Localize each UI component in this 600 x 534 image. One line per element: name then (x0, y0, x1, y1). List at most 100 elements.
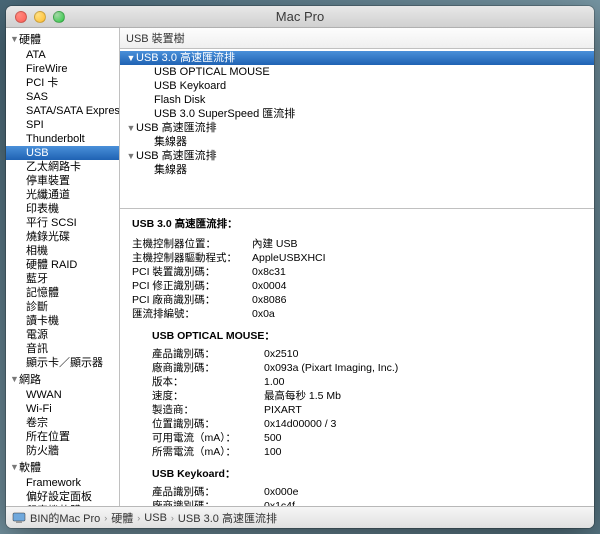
sidebar-item[interactable]: ATA (6, 48, 119, 62)
tree-node[interactable]: USB 3.0 SuperSpeed 匯流排 (120, 107, 594, 121)
property-row: 所需電流（mA）：100 (152, 445, 584, 459)
sidebar-item[interactable]: 顯示卡／顯示器 (6, 356, 119, 370)
sidebar-item[interactable]: 讀卡機 (6, 314, 119, 328)
tree-node[interactable]: 集線器 (120, 135, 594, 149)
property-row: 速度：最高每秒 1.5 Mb (152, 389, 584, 403)
sidebar-item[interactable]: FireWire (6, 62, 119, 76)
sidebar-item[interactable]: Wi-Fi (6, 402, 119, 416)
breadcrumb-item[interactable]: USB (144, 512, 167, 524)
sidebar-item[interactable]: SPI (6, 118, 119, 132)
sidebar-category[interactable]: ▼硬體 (6, 30, 119, 48)
tree-node[interactable]: ▼USB 3.0 高速匯流排 (120, 51, 594, 65)
sidebar-item[interactable]: 光纖通道 (6, 188, 119, 202)
zoom-icon[interactable] (53, 11, 65, 23)
window-title: Mac Pro (6, 9, 594, 24)
property-value: 0x2510 (264, 347, 584, 361)
disclosure-triangle-icon[interactable]: ▼ (126, 51, 136, 65)
property-key: 廠商識別碼： (152, 361, 264, 375)
sidebar-item[interactable]: 電源 (6, 328, 119, 342)
chevron-right-icon: › (104, 513, 107, 523)
sidebar-item[interactable]: USB (6, 146, 119, 160)
property-value: 0x8086 (252, 293, 584, 307)
disclosure-triangle-icon[interactable]: ▼ (126, 121, 136, 135)
property-row: 製造商：PIXART (152, 403, 584, 417)
property-key: PCI 廠商識別碼： (132, 293, 252, 307)
device-section: USB Keykoard： 產品識別碼：0x000e 廠商識別碼：0x1c4f … (152, 467, 584, 506)
tree-node-label: USB Keykoard (154, 79, 226, 93)
property-row: 可用電流（mA）：500 (152, 431, 584, 445)
category-label: 硬體 (19, 31, 41, 47)
property-value: PIXART (264, 403, 584, 417)
sidebar-item[interactable]: WWAN (6, 388, 119, 402)
sidebar-item[interactable]: SAS (6, 90, 119, 104)
device-tree[interactable]: ▼USB 3.0 高速匯流排USB OPTICAL MOUSEUSB Keyko… (120, 49, 594, 209)
sidebar-item[interactable]: 防火牆 (6, 444, 119, 458)
property-row: 產品識別碼：0x2510 (152, 347, 584, 361)
details-pane[interactable]: USB 3.0 高速匯流排： 主機控制器位置：內建 USB 主機控制器驅動程式：… (120, 209, 594, 506)
sidebar-item[interactable]: SATA/SATA Express (6, 104, 119, 118)
property-row: 主機控制器驅動程式：AppleUSBXHCI (132, 251, 584, 265)
sidebar-item[interactable]: 音訊 (6, 342, 119, 356)
tree-node[interactable]: USB Keykoard (120, 79, 594, 93)
property-key: 速度： (152, 389, 264, 403)
property-row: 產品識別碼：0x000e (152, 485, 584, 499)
sidebar-item[interactable]: 平行 SCSI (6, 216, 119, 230)
sidebar-item[interactable]: Framework (6, 476, 119, 490)
tree-node-label: USB OPTICAL MOUSE (154, 65, 270, 79)
sidebar-category[interactable]: ▼軟體 (6, 458, 119, 476)
property-value: 0x0004 (252, 279, 584, 293)
sidebar-item[interactable]: 卷宗 (6, 416, 119, 430)
property-value: 0x000e (264, 485, 584, 499)
property-row: 主機控制器位置：內建 USB (132, 237, 584, 251)
property-row: 廠商識別碼：0x1c4f (152, 499, 584, 506)
property-row: PCI 裝置識別碼：0x8c31 (132, 265, 584, 279)
property-row: 匯流排編號：0x0a (132, 307, 584, 321)
sidebar-item[interactable]: 硬體 RAID (6, 258, 119, 272)
property-value: 0x8c31 (252, 265, 584, 279)
tree-column-header[interactable]: USB 裝置樹 (120, 28, 594, 49)
disclosure-triangle-icon[interactable]: ▼ (10, 34, 19, 44)
sidebar-item[interactable]: 燒錄光碟 (6, 230, 119, 244)
tree-node-label: USB 高速匯流排 (136, 121, 217, 135)
sidebar-item[interactable]: 診斷 (6, 300, 119, 314)
tree-node-label: USB 高速匯流排 (136, 149, 217, 163)
device-list: USB OPTICAL MOUSE： 產品識別碼：0x2510 廠商識別碼：0x… (132, 329, 584, 506)
tree-node[interactable]: Flash Disk (120, 93, 594, 107)
category-label: 軟體 (19, 459, 41, 475)
property-key: 廠商識別碼： (152, 499, 264, 506)
sidebar-category[interactable]: ▼網路 (6, 370, 119, 388)
tree-node[interactable]: 集線器 (120, 163, 594, 177)
sidebar-item[interactable]: Thunderbolt (6, 132, 119, 146)
breadcrumb-item[interactable]: BIN的Mac Pro (30, 510, 100, 526)
sidebar-item[interactable]: 藍牙 (6, 272, 119, 286)
close-icon[interactable] (15, 11, 27, 23)
tree-node[interactable]: USB OPTICAL MOUSE (120, 65, 594, 79)
titlebar[interactable]: Mac Pro (6, 6, 594, 28)
disclosure-triangle-icon[interactable]: ▼ (10, 462, 19, 472)
property-value: 0x0a (252, 307, 584, 321)
tree-node[interactable]: ▼USB 高速匯流排 (120, 149, 594, 163)
tree-node-label: 集線器 (154, 163, 187, 177)
breadcrumb-item[interactable]: 硬體 (111, 510, 133, 526)
sidebar-item[interactable]: 乙太網路卡 (6, 160, 119, 174)
sidebar-item[interactable]: 相機 (6, 244, 119, 258)
disclosure-triangle-icon[interactable]: ▼ (126, 149, 136, 163)
disclosure-triangle-icon[interactable]: ▼ (10, 374, 19, 384)
sidebar-item[interactable]: PCI 卡 (6, 76, 119, 90)
sidebar-item[interactable]: 停車裝置 (6, 174, 119, 188)
system-profiler-window: Mac Pro ▼硬體ATAFireWirePCI 卡SASSATA/SATA … (6, 6, 594, 528)
sidebar-item[interactable]: 印表機 (6, 202, 119, 216)
minimize-icon[interactable] (34, 11, 46, 23)
property-value: 100 (264, 445, 584, 459)
computer-icon (12, 511, 26, 525)
tree-node[interactable]: ▼USB 高速匯流排 (120, 121, 594, 135)
sidebar-item[interactable]: 偏好設定面板 (6, 490, 119, 504)
sidebar[interactable]: ▼硬體ATAFireWirePCI 卡SASSATA/SATA ExpressS… (6, 28, 120, 506)
category-label: 網路 (19, 371, 41, 387)
breadcrumb-item[interactable]: USB 3.0 高速匯流排 (178, 510, 277, 526)
property-value: 500 (264, 431, 584, 445)
chevron-right-icon: › (171, 513, 174, 523)
sidebar-item[interactable]: 所在位置 (6, 430, 119, 444)
sidebar-item[interactable]: 記憶體 (6, 286, 119, 300)
property-key: 產品識別碼： (152, 347, 264, 361)
